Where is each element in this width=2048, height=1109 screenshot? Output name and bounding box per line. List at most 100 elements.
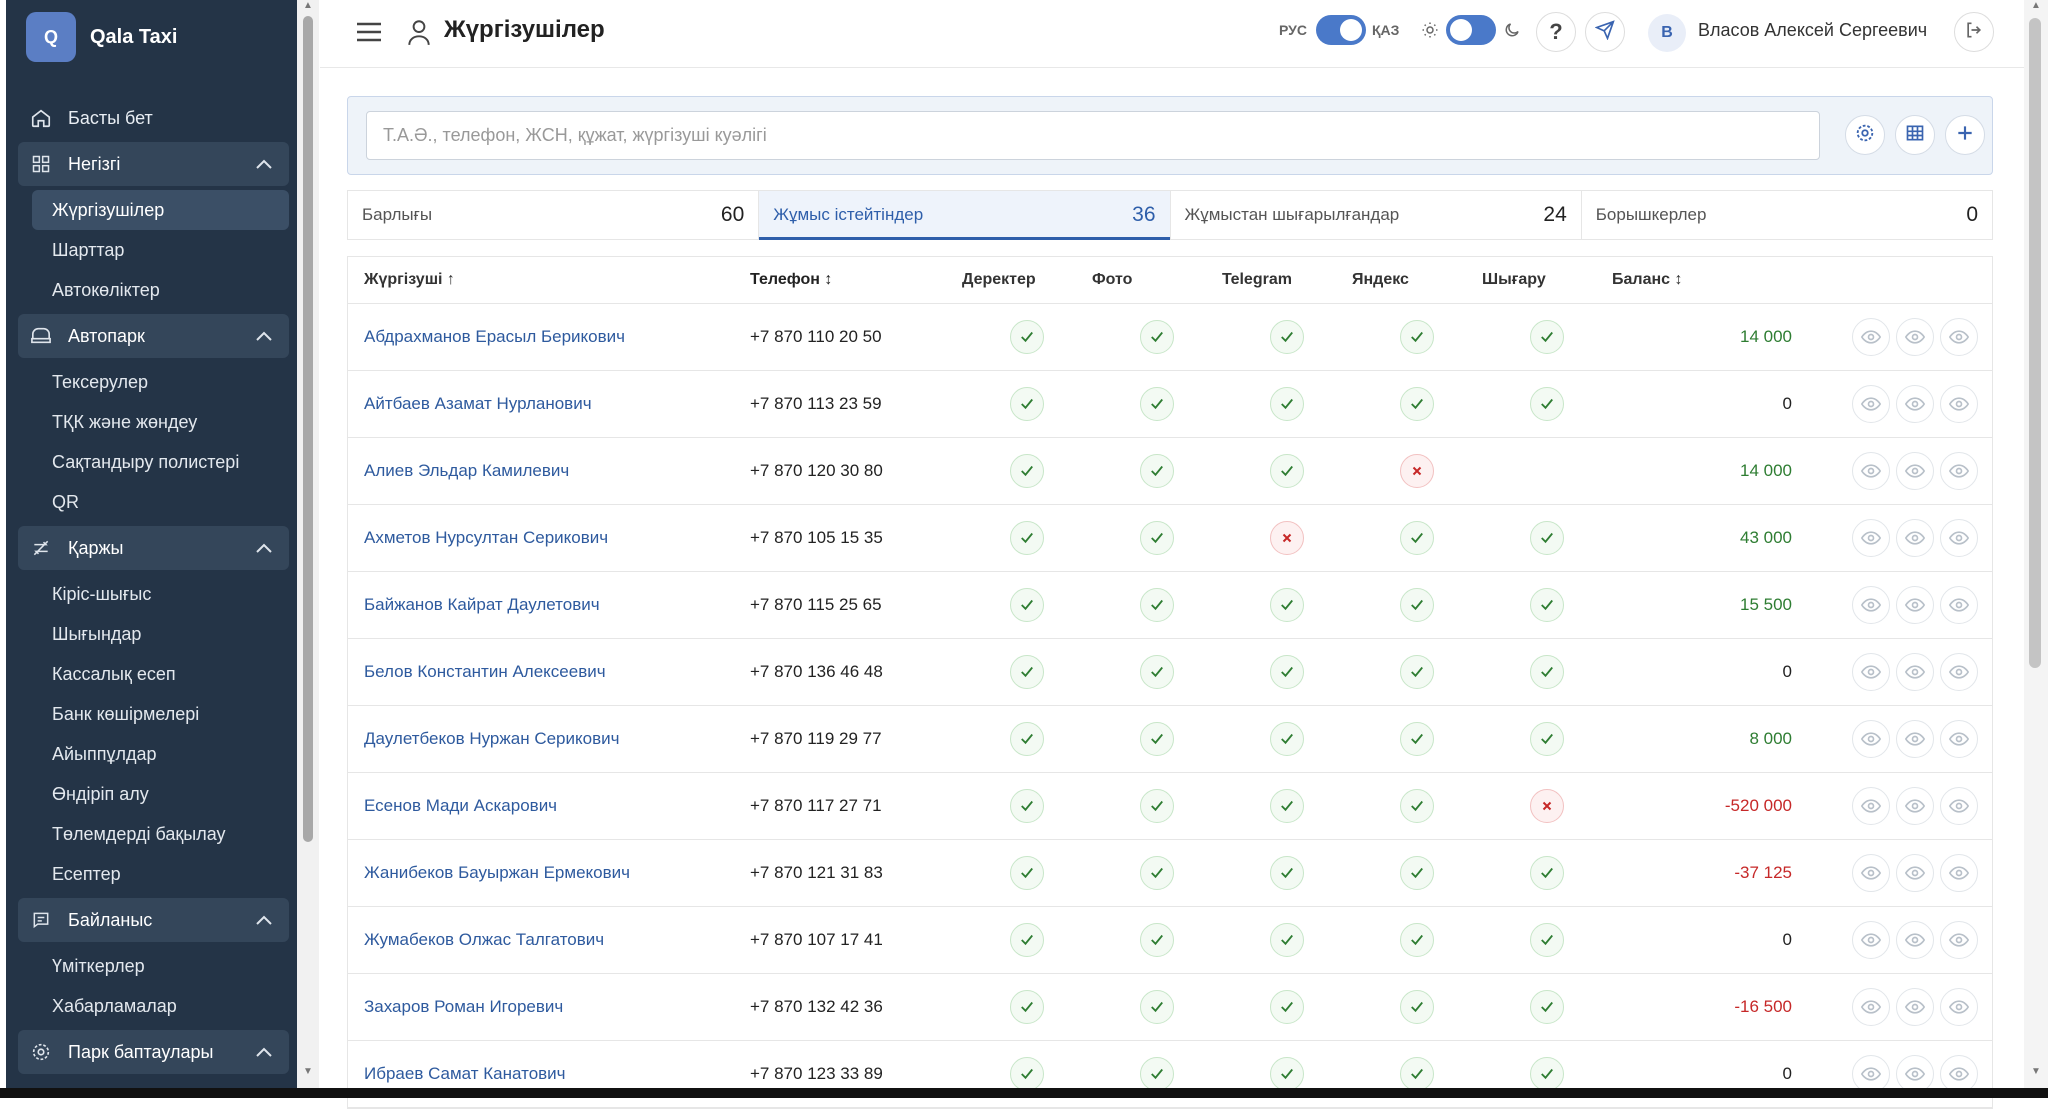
sidebar-item[interactable]: Сақтандыру полистері bbox=[6, 442, 297, 482]
driver-name-link[interactable]: Ахметов Нурсултан Серикович bbox=[348, 528, 750, 548]
col-balance[interactable]: Баланс ↕ bbox=[1612, 271, 1802, 289]
eye-icon[interactable] bbox=[1852, 921, 1890, 959]
sidebar-item[interactable]: Есептер bbox=[6, 854, 297, 894]
eye-icon[interactable] bbox=[1852, 519, 1890, 557]
theme-toggle[interactable] bbox=[1446, 15, 1496, 45]
eye-icon[interactable] bbox=[1940, 787, 1978, 825]
sidebar-item[interactable]: Өндіріп алу bbox=[6, 774, 297, 814]
language-toggle[interactable] bbox=[1316, 15, 1366, 45]
sidebar-item[interactable]: ТҚК және жөндеу bbox=[6, 402, 297, 442]
eye-icon[interactable] bbox=[1896, 318, 1934, 356]
sidebar-group-4[interactable]: Байланыс bbox=[18, 898, 289, 942]
eye-icon[interactable] bbox=[1940, 452, 1978, 490]
eye-icon[interactable] bbox=[1852, 385, 1890, 423]
eye-icon[interactable] bbox=[1940, 586, 1978, 624]
sidebar-group-3[interactable]: Қаржы bbox=[18, 526, 289, 570]
scroll-down-arrow-icon[interactable]: ▼ bbox=[2031, 1066, 2041, 1077]
sidebar-item[interactable]: Төлемдерді бақылау bbox=[6, 814, 297, 854]
scroll-down-arrow-icon[interactable]: ▼ bbox=[303, 1066, 313, 1077]
eye-icon[interactable] bbox=[1852, 988, 1890, 1026]
chevron-up-icon[interactable] bbox=[255, 910, 273, 931]
eye-icon[interactable] bbox=[1896, 720, 1934, 758]
driver-name-link[interactable]: Абдрахманов Ерасыл Берикович bbox=[348, 327, 750, 347]
tab-3[interactable]: Жұмыстан шығарылғандар 24 bbox=[1171, 191, 1582, 239]
scrollbar-thumb[interactable] bbox=[303, 16, 313, 842]
eye-icon[interactable] bbox=[1940, 519, 1978, 557]
scroll-up-arrow-icon[interactable]: ▲ bbox=[303, 0, 313, 11]
eye-icon[interactable] bbox=[1896, 586, 1934, 624]
chevron-up-icon[interactable] bbox=[255, 326, 273, 347]
telegram-button[interactable] bbox=[1585, 12, 1625, 52]
eye-icon[interactable] bbox=[1852, 720, 1890, 758]
logout-button[interactable] bbox=[1954, 12, 1994, 52]
grid-view-button[interactable] bbox=[1895, 115, 1935, 155]
eye-icon[interactable] bbox=[1940, 720, 1978, 758]
sidebar-group-5[interactable]: Парк баптаулары bbox=[18, 1030, 289, 1074]
driver-name-link[interactable]: Захаров Роман Игоревич bbox=[348, 997, 750, 1017]
eye-icon[interactable] bbox=[1896, 452, 1934, 490]
sidebar-group-1[interactable]: Негізгі bbox=[18, 142, 289, 186]
sidebar-item[interactable]: Үміткерлер bbox=[6, 946, 297, 986]
brand[interactable]: Q Qala Taxi bbox=[26, 12, 177, 62]
driver-name-link[interactable]: Айтбаев Азамат Нурланович bbox=[348, 394, 750, 414]
sidebar-item[interactable]: Хабарламалар bbox=[6, 986, 297, 1026]
eye-icon[interactable] bbox=[1896, 653, 1934, 691]
chevron-up-icon[interactable] bbox=[255, 1042, 273, 1063]
eye-icon[interactable] bbox=[1852, 452, 1890, 490]
eye-icon[interactable] bbox=[1940, 385, 1978, 423]
sidebar-item[interactable]: QR bbox=[6, 482, 297, 522]
sidebar-item[interactable]: Кассалық есеп bbox=[6, 654, 297, 694]
settings-button[interactable] bbox=[1845, 115, 1885, 155]
sidebar-item[interactable]: Банк көшірмелері bbox=[6, 694, 297, 734]
eye-icon[interactable] bbox=[1896, 921, 1934, 959]
sidebar-item[interactable]: Шығындар bbox=[6, 614, 297, 654]
page-scrollbar[interactable]: ▲ ▼ bbox=[2024, 0, 2048, 1088]
chevron-up-icon[interactable] bbox=[255, 154, 273, 175]
eye-icon[interactable] bbox=[1852, 586, 1890, 624]
eye-icon[interactable] bbox=[1896, 854, 1934, 892]
col-driver[interactable]: Жүргізуші ↑ bbox=[348, 271, 750, 289]
eye-icon[interactable] bbox=[1896, 385, 1934, 423]
scrollbar-thumb[interactable] bbox=[2029, 18, 2041, 668]
sidebar-item-home[interactable]: Басты бет bbox=[6, 94, 293, 142]
avatar[interactable]: В bbox=[1648, 14, 1686, 52]
sidebar-item[interactable]: Шарттар bbox=[6, 230, 297, 270]
help-button[interactable]: ? bbox=[1536, 12, 1576, 52]
tab-1[interactable]: Барлығы 60 bbox=[348, 191, 760, 239]
eye-icon[interactable] bbox=[1896, 787, 1934, 825]
tab-4[interactable]: Борышкерлер 0 bbox=[1582, 191, 1992, 239]
driver-name-link[interactable]: Жумабеков Олжас Талгатович bbox=[348, 930, 750, 950]
sidebar-scrollbar[interactable]: ▲ ▼ bbox=[297, 0, 319, 1088]
eye-icon[interactable] bbox=[1852, 318, 1890, 356]
driver-name-link[interactable]: Жанибеков Бауыржан Ермекович bbox=[348, 863, 750, 883]
sidebar-item[interactable]: Айыппұлдар bbox=[6, 734, 297, 774]
user-name[interactable]: Власов Алексей Сергеевич bbox=[1698, 20, 1927, 41]
sidebar-item[interactable]: Жүргізушілер bbox=[32, 190, 289, 230]
eye-icon[interactable] bbox=[1896, 519, 1934, 557]
driver-name-link[interactable]: Байжанов Кайрат Даулетович bbox=[348, 595, 750, 615]
chevron-up-icon[interactable] bbox=[255, 538, 273, 559]
scroll-up-arrow-icon[interactable]: ▲ bbox=[2031, 0, 2041, 11]
sidebar-item[interactable]: Тексерулер bbox=[6, 362, 297, 402]
eye-icon[interactable] bbox=[1896, 988, 1934, 1026]
menu-icon[interactable] bbox=[356, 20, 382, 49]
eye-icon[interactable] bbox=[1940, 921, 1978, 959]
driver-name-link[interactable]: Белов Константин Алексеевич bbox=[348, 662, 750, 682]
driver-name-link[interactable]: Ибраев Самат Канатович bbox=[348, 1064, 750, 1084]
eye-icon[interactable] bbox=[1852, 854, 1890, 892]
eye-icon[interactable] bbox=[1940, 318, 1978, 356]
eye-icon[interactable] bbox=[1940, 854, 1978, 892]
driver-name-link[interactable]: Есенов Мади Аскарович bbox=[348, 796, 750, 816]
col-phone[interactable]: Телефон ↕ bbox=[750, 271, 962, 289]
tab-2[interactable]: Жұмыс істейтіндер 36 bbox=[759, 191, 1171, 240]
driver-name-link[interactable]: Алиев Эльдар Камилевич bbox=[348, 461, 750, 481]
eye-icon[interactable] bbox=[1940, 988, 1978, 1026]
sidebar-item[interactable]: Кіріс-шығыс bbox=[6, 574, 297, 614]
search-input[interactable] bbox=[366, 111, 1820, 160]
eye-icon[interactable] bbox=[1940, 653, 1978, 691]
sidebar-item[interactable]: Автокөліктер bbox=[6, 270, 297, 310]
add-button[interactable] bbox=[1945, 115, 1985, 155]
eye-icon[interactable] bbox=[1852, 653, 1890, 691]
driver-name-link[interactable]: Даулетбеков Нуржан Серикович bbox=[348, 729, 750, 749]
sidebar-group-2[interactable]: Автопарк bbox=[18, 314, 289, 358]
